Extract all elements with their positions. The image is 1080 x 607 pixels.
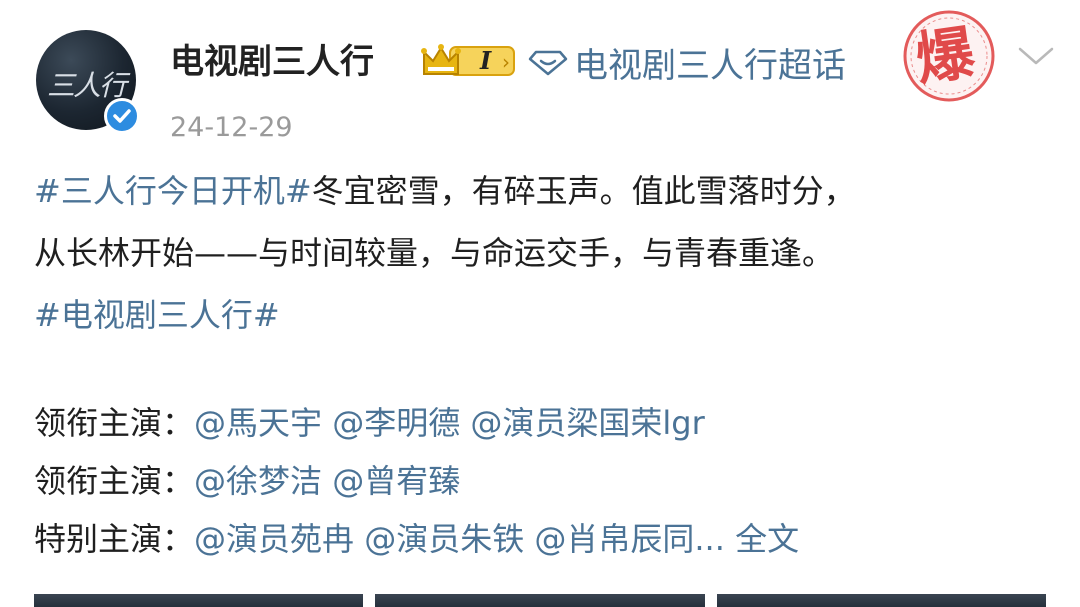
- credit-row: 领衔主演：@馬天宇 @李明德 @演员梁国荣lgr: [34, 394, 799, 452]
- credit-row: 特别主演：@演员苑冉 @演员朱铁 @肖帛辰同... 全文: [34, 510, 799, 568]
- image-grid: [34, 594, 1046, 607]
- credit-label: 特别主演：: [34, 520, 195, 558]
- mention-links[interactable]: @演员苑冉 @演员朱铁 @肖帛辰同...: [194, 520, 725, 558]
- verified-badge: [104, 98, 140, 134]
- credits-list: 领衔主演：@馬天宇 @李明德 @演员梁国荣lgr 领衔主演：@徐梦洁 @曾宥臻 …: [34, 394, 799, 568]
- hot-stamp: 爆: [894, 6, 1004, 106]
- chevron-down-icon[interactable]: [1016, 44, 1056, 68]
- stamp-text: 爆: [911, 18, 979, 94]
- credit-label: 领衔主演：: [34, 404, 195, 442]
- post-line: #电视剧三人行#: [34, 284, 1054, 346]
- post-timestamp: 24-12-29: [170, 112, 293, 143]
- author-name[interactable]: 电视剧三人行: [170, 38, 374, 86]
- expand-full-text-link[interactable]: 全文: [735, 520, 799, 558]
- mention-links[interactable]: @馬天宇 @李明德 @演员梁国荣lgr: [194, 404, 705, 442]
- post-line: 从长林开始——与时间较量，与命运交手，与青春重逢。: [34, 222, 1054, 284]
- badge-arrow-icon: ›: [502, 50, 510, 74]
- image-thumbnail[interactable]: [375, 594, 705, 607]
- avatar[interactable]: 三人行: [36, 30, 140, 134]
- topic-link[interactable]: 电视剧三人行超话: [528, 38, 846, 86]
- mention-links[interactable]: @徐梦洁 @曾宥臻: [194, 462, 460, 500]
- diamond-icon: [528, 50, 568, 76]
- image-thumbnail[interactable]: [716, 594, 1046, 607]
- topic-label: 电视剧三人行超话: [574, 45, 846, 86]
- image-thumbnail[interactable]: [34, 594, 364, 607]
- credit-label: 领衔主演：: [34, 462, 195, 500]
- checkmark-icon: [113, 109, 131, 123]
- level-label: I: [480, 46, 492, 75]
- hashtag-link[interactable]: #电视剧三人行#: [34, 296, 280, 334]
- membership-badge[interactable]: I ›: [420, 42, 518, 80]
- post-line: #三人行今日开机#冬宜密雪，有碎玉声。值此雪落时分，: [34, 160, 1054, 222]
- credit-row: 领衔主演：@徐梦洁 @曾宥臻: [34, 452, 799, 510]
- post-text: 冬宜密雪，有碎玉声。值此雪落时分，: [311, 172, 856, 210]
- post-body: #三人行今日开机#冬宜密雪，有碎玉声。值此雪落时分， 从长林开始——与时间较量，…: [34, 160, 1054, 346]
- hashtag-link[interactable]: #三人行今日开机#: [34, 172, 312, 210]
- post-text: 从长林开始——与时间较量，与命运交手，与青春重逢。: [34, 234, 835, 272]
